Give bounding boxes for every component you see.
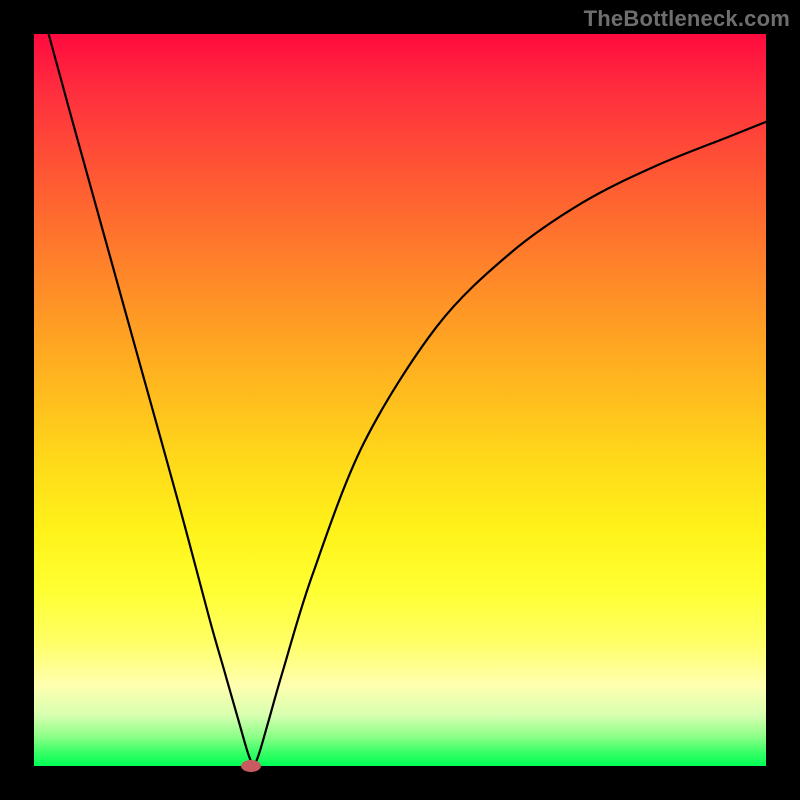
- curve-layer: [34, 34, 766, 766]
- min-marker: [241, 760, 261, 772]
- bottleneck-curve-path: [49, 34, 766, 766]
- plot-area: [34, 34, 766, 766]
- watermark-text: TheBottleneck.com: [584, 6, 790, 32]
- chart-frame: TheBottleneck.com: [0, 0, 800, 800]
